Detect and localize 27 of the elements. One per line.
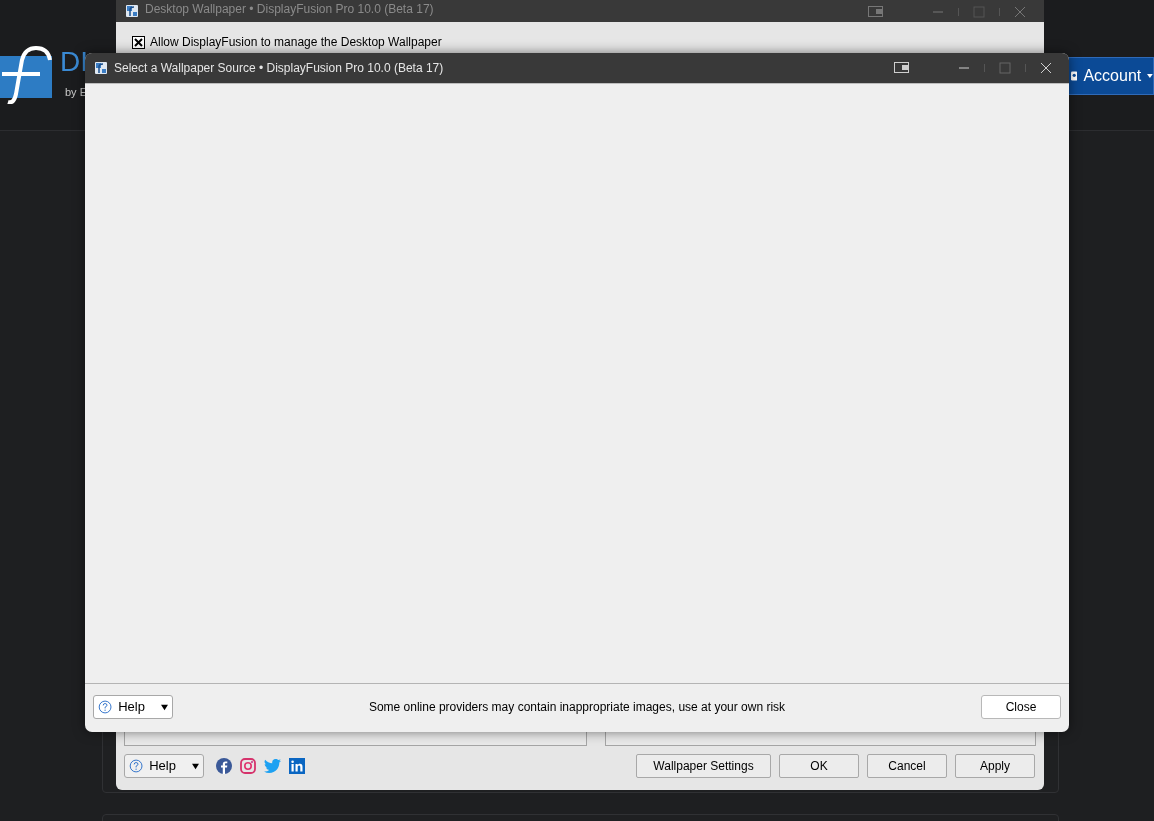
dropdown-icon: [1147, 73, 1153, 79]
linkedin-icon[interactable]: [289, 758, 305, 774]
dropdown-icon: [160, 703, 168, 711]
dialog-button[interactable]: OK: [779, 754, 859, 778]
checkbox-label: Allow DisplayFusion to manage the Desktop Wallpaper: [150, 34, 442, 51]
window-title: Select a Wallpaper Source • DisplayFusion Pro 10.0 (Beta 17): [114, 60, 444, 77]
instagram-icon[interactable]: [240, 758, 256, 774]
app-icon: [94, 61, 108, 75]
window-title: Desktop Wallpaper • DisplayFusion Pro 10.0 (Beta 17): [145, 1, 434, 18]
dialog-button[interactable]: Cancel: [867, 754, 947, 778]
maximize-icon[interactable]: [999, 62, 1011, 74]
app-icon: [125, 4, 139, 18]
help-icon: [129, 757, 144, 775]
help-icon: [98, 698, 113, 716]
checkbox[interactable]: [132, 35, 145, 49]
close-button[interactable]: Close: [981, 695, 1061, 719]
help-button[interactable]: Help: [124, 754, 204, 778]
notice-text: Some online providers may contain inappropriate images, use at your own risk: [367, 699, 787, 716]
help-button[interactable]: Help: [93, 695, 173, 719]
account-button[interactable]: Account: [1068, 57, 1154, 95]
logo-icon: [0, 46, 54, 104]
logo-text: DI: [60, 46, 88, 78]
dialog-button[interactable]: Wallpaper Settings: [636, 754, 771, 778]
bird-icon[interactable]: [264, 759, 281, 773]
dropdown-icon: [191, 762, 199, 770]
dialog-button[interactable]: Apply: [955, 754, 1035, 778]
facebook-icon[interactable]: [216, 758, 232, 774]
